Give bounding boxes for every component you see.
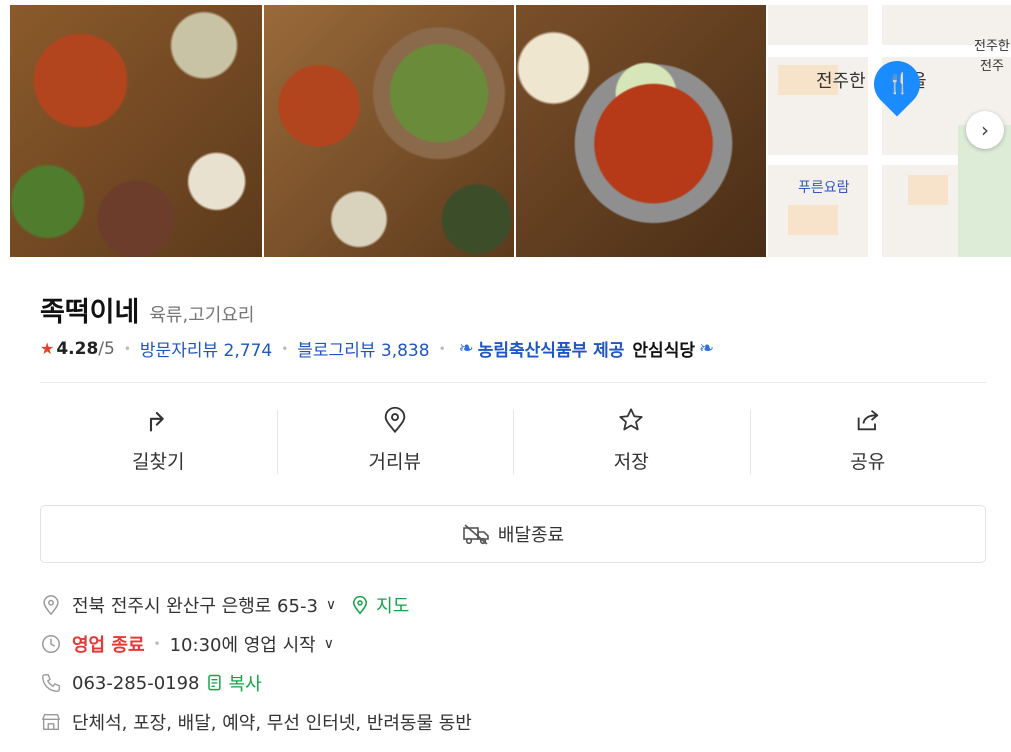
separator-dot: • bbox=[123, 341, 131, 356]
location-pin-icon bbox=[43, 595, 59, 616]
chevron-down-icon[interactable]: ∨ bbox=[324, 636, 334, 652]
copy-phone-button[interactable]: 복사 bbox=[204, 670, 262, 696]
directions-label: 길찾기 bbox=[132, 451, 185, 473]
visitor-review-count: 2,774 bbox=[223, 341, 273, 361]
divider bbox=[40, 382, 986, 383]
share-icon bbox=[857, 409, 879, 431]
blog-review-label: 블로그리뷰 bbox=[297, 341, 376, 361]
food-photo-1[interactable] bbox=[10, 5, 262, 257]
directions-button[interactable]: 길찾기 bbox=[40, 406, 277, 474]
clock-icon bbox=[42, 635, 60, 653]
map-label: 전주한 bbox=[816, 71, 866, 92]
amenities-row: 단체석, 포장, 배달, 예약, 무선 인터넷, 반려동물 동반 bbox=[40, 709, 472, 735]
place-name: 족떡이네 bbox=[40, 297, 140, 328]
business-status: 영업 종료 bbox=[72, 635, 145, 656]
cert-badge-label: 안심식당 bbox=[632, 341, 695, 361]
place-category: 육류,고기요리 bbox=[149, 305, 255, 326]
directions-icon bbox=[150, 411, 164, 432]
separator-dot: • bbox=[153, 637, 161, 651]
laurel-right-icon: ❧ bbox=[698, 338, 715, 359]
star-icon bbox=[619, 408, 643, 431]
separator-dot: • bbox=[281, 341, 289, 356]
blog-review-link[interactable]: 블로그리뷰 3,838 bbox=[297, 336, 429, 361]
separator-dot: • bbox=[438, 341, 446, 356]
map-link[interactable]: 지도 bbox=[350, 592, 409, 618]
phone-row: 063-285-0198 복사 bbox=[40, 670, 262, 696]
copy-label: 복사 bbox=[228, 674, 262, 695]
address-text: 전북 전주시 완산구 은행로 65-3 bbox=[72, 596, 318, 617]
location-pin-icon bbox=[384, 406, 406, 434]
address-row: 전북 전주시 완산구 은행로 65-3 ∨ 지도 bbox=[40, 592, 409, 618]
save-button[interactable]: 저장 bbox=[513, 406, 750, 474]
restaurant-icon: 🍴 bbox=[886, 71, 911, 95]
laurel-left-icon: ❧ bbox=[458, 338, 474, 359]
amenities-text: 단체석, 포장, 배달, 예약, 무선 인터넷, 반려동물 동반 bbox=[72, 713, 472, 734]
share-button[interactable]: 공유 bbox=[749, 406, 987, 474]
place-header: 족떡이네 육류,고기요리 bbox=[40, 290, 254, 329]
map-link-label: 지도 bbox=[376, 596, 410, 617]
visitor-review-label: 방문자리뷰 bbox=[139, 341, 219, 361]
map-pin-icon bbox=[353, 595, 368, 615]
food-photo-2[interactable] bbox=[264, 5, 514, 257]
food-photo-3[interactable] bbox=[516, 5, 766, 257]
map-label-hospital: 푸른요람 bbox=[798, 180, 850, 196]
hours-row[interactable]: 영업 종료 • 10:30에 영업 시작 ∨ bbox=[40, 631, 334, 657]
rating-value: 4.28 bbox=[56, 338, 99, 359]
rating-row: ★ 4.28 /5 • 방문자리뷰 2,774 • 블로그리뷰 3,838 • … bbox=[40, 336, 718, 361]
save-label: 저장 bbox=[613, 451, 649, 473]
visitor-review-link[interactable]: 방문자리뷰 2,774 bbox=[140, 336, 272, 361]
rating-max: /5 bbox=[98, 338, 115, 359]
share-label: 공유 bbox=[850, 451, 886, 473]
photo-gallery[interactable]: 전주한 을 전주한 전주 푸른요람 🍴 bbox=[10, 5, 1011, 257]
delivery-label: 배달종료 bbox=[497, 525, 565, 546]
blog-review-count: 3,838 bbox=[380, 341, 430, 361]
safe-restaurant-badge[interactable]: ❧ 농림축산식품부 제공 안심식당 ❧ bbox=[455, 336, 718, 361]
chevron-down-icon[interactable]: ∨ bbox=[326, 597, 336, 613]
map-label: 전주한 bbox=[974, 39, 1010, 54]
street-view-label: 거리뷰 bbox=[368, 451, 421, 473]
phone-number: 063-285-0198 bbox=[72, 672, 200, 694]
business-hours: 10:30에 영업 시작 bbox=[169, 635, 316, 656]
action-bar: 길찾기 거리뷰 저장 공유 bbox=[40, 406, 986, 474]
store-icon bbox=[42, 713, 60, 731]
street-view-button[interactable]: 거리뷰 bbox=[276, 406, 514, 474]
cert-provider: 농림축산식품부 제공 bbox=[477, 341, 625, 361]
delivery-truck-icon bbox=[463, 524, 489, 545]
phone-icon bbox=[42, 674, 60, 692]
delivery-button[interactable]: 배달종료 bbox=[40, 505, 986, 563]
copy-icon bbox=[207, 674, 221, 691]
chevron-right-icon[interactable]: › bbox=[966, 111, 1004, 149]
star-filled-icon: ★ bbox=[40, 339, 55, 358]
map-label: 전주 bbox=[980, 59, 1004, 74]
